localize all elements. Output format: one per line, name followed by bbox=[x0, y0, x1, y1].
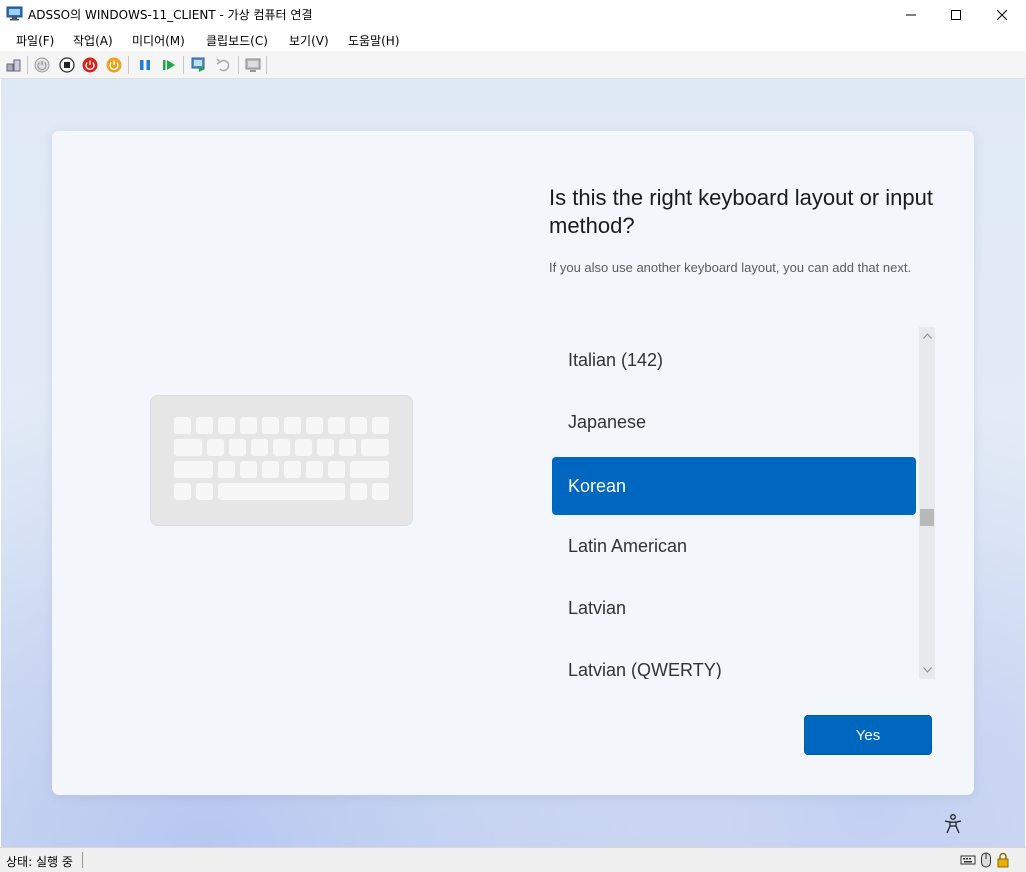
key bbox=[218, 461, 235, 478]
maximize-icon bbox=[951, 9, 961, 20]
status-divider bbox=[82, 852, 83, 868]
key bbox=[174, 417, 191, 434]
key bbox=[218, 417, 235, 434]
key bbox=[262, 417, 279, 434]
minimize-icon bbox=[906, 14, 916, 15]
key bbox=[196, 483, 213, 500]
lock-icon bbox=[997, 852, 1009, 868]
toolbar-divider bbox=[266, 56, 267, 74]
page-subtext: If you also use another keyboard layout,… bbox=[549, 260, 912, 275]
list-item-label: Latin American bbox=[568, 535, 688, 556]
list-item-label: Japanese bbox=[568, 411, 647, 432]
revert-icon[interactable] bbox=[214, 56, 232, 74]
menu-help[interactable]: 도움말(H) bbox=[348, 32, 400, 49]
key bbox=[372, 483, 389, 500]
key bbox=[240, 461, 257, 478]
key bbox=[361, 439, 389, 456]
mouse-icon bbox=[981, 852, 991, 868]
toolbar-divider bbox=[238, 56, 239, 74]
key bbox=[328, 417, 345, 434]
checkpoint-icon[interactable] bbox=[190, 56, 208, 74]
keyboard-layout-list[interactable]: Italian (142) Japanese Korean Latin Amer… bbox=[552, 327, 917, 679]
status-bar: 상태: 실행 중 bbox=[0, 847, 1026, 872]
shutdown-icon[interactable] bbox=[81, 56, 99, 74]
key bbox=[174, 483, 191, 500]
key bbox=[251, 439, 268, 456]
window-title: ADSSO의 WINDOWS-11_CLIENT - 가상 컴퓨터 연결 bbox=[28, 8, 313, 22]
toolbar-divider bbox=[27, 56, 28, 74]
list-item-korean[interactable]: Korean bbox=[552, 457, 916, 515]
key bbox=[196, 417, 213, 434]
menu-clipboard[interactable]: 클립보드(C) bbox=[206, 32, 268, 49]
turn-off-icon[interactable] bbox=[58, 56, 76, 74]
list-item-latvian[interactable]: Latvian bbox=[552, 579, 916, 637]
ctrl-alt-del-icon[interactable] bbox=[5, 56, 23, 74]
minimize-button[interactable] bbox=[888, 0, 934, 29]
menu-action[interactable]: 작업(A) bbox=[73, 32, 113, 49]
key bbox=[240, 417, 257, 434]
keyboard-icon bbox=[960, 855, 976, 865]
key bbox=[372, 417, 389, 434]
key bbox=[317, 439, 334, 456]
list-item-latin-american[interactable]: Latin American bbox=[552, 517, 916, 575]
start-icon[interactable] bbox=[33, 56, 51, 74]
chevron-up-icon bbox=[922, 333, 932, 339]
key bbox=[350, 417, 367, 434]
key bbox=[350, 461, 389, 478]
list-item-label: Latvian bbox=[568, 597, 627, 618]
key bbox=[174, 461, 213, 478]
pause-icon[interactable] bbox=[136, 56, 154, 74]
oobe-card: Is this the right keyboard layout or inp… bbox=[52, 131, 974, 795]
spacebar-key bbox=[218, 483, 345, 500]
list-item-label: Latvian (QWERTY) bbox=[568, 659, 722, 680]
list-item-italian-142[interactable]: Italian (142) bbox=[552, 331, 916, 389]
scroll-thumb[interactable] bbox=[920, 509, 934, 526]
key bbox=[273, 439, 290, 456]
list-item-label: Korean bbox=[568, 475, 627, 496]
key bbox=[350, 483, 367, 500]
scroll-down-button[interactable] bbox=[919, 663, 935, 677]
key bbox=[295, 439, 312, 456]
accessibility-icon[interactable] bbox=[943, 813, 963, 835]
menu-bar: 파일(F) 작업(A) 미디어(M) 클립보드(C) 보기(V) 도움말(H) bbox=[0, 29, 1026, 51]
status-text: 상태: 실행 중 bbox=[6, 855, 73, 869]
list-item-japanese[interactable]: Japanese bbox=[552, 393, 916, 451]
key bbox=[262, 461, 279, 478]
close-icon bbox=[997, 9, 1007, 20]
maximize-button[interactable] bbox=[933, 0, 979, 29]
key bbox=[229, 439, 246, 456]
page-heading: Is this the right keyboard layout or inp… bbox=[549, 185, 933, 238]
key bbox=[306, 461, 323, 478]
key bbox=[328, 461, 345, 478]
toolbar-divider bbox=[128, 56, 129, 74]
toolbar-divider bbox=[183, 56, 184, 74]
vm-connect-icon bbox=[6, 6, 23, 21]
menu-file[interactable]: 파일(F) bbox=[16, 32, 54, 49]
resume-icon[interactable] bbox=[160, 56, 178, 74]
key bbox=[207, 439, 224, 456]
save-icon[interactable] bbox=[105, 56, 123, 74]
list-scrollbar[interactable] bbox=[919, 327, 935, 679]
key bbox=[174, 439, 202, 456]
key bbox=[284, 417, 301, 434]
menu-media[interactable]: 미디어(M) bbox=[132, 32, 185, 49]
scroll-up-button[interactable] bbox=[919, 329, 935, 343]
keyboard-illustration bbox=[150, 395, 413, 526]
vm-display[interactable]: Is this the right keyboard layout or inp… bbox=[1, 79, 1025, 847]
close-button[interactable] bbox=[979, 0, 1025, 29]
toolbar bbox=[0, 51, 1026, 79]
key bbox=[284, 461, 301, 478]
list-item-latvian-qwerty[interactable]: Latvian (QWERTY) bbox=[552, 641, 916, 680]
title-bar: ADSSO의 WINDOWS-11_CLIENT - 가상 컴퓨터 연결 bbox=[0, 0, 1026, 29]
key bbox=[339, 439, 356, 456]
chevron-down-icon bbox=[922, 667, 932, 673]
list-item-label: Italian (142) bbox=[568, 349, 664, 370]
menu-view[interactable]: 보기(V) bbox=[289, 32, 329, 49]
enhanced-session-icon[interactable] bbox=[244, 56, 262, 74]
yes-button[interactable]: Yes bbox=[804, 715, 932, 755]
key bbox=[306, 417, 323, 434]
